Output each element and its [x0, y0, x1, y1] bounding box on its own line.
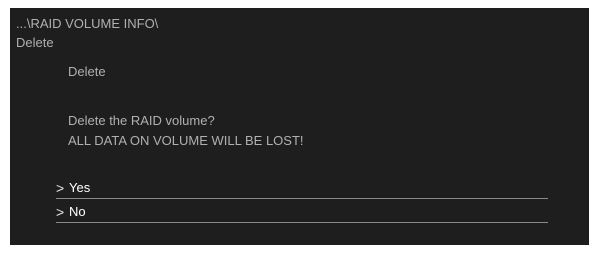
- no-option-label: No: [69, 204, 86, 219]
- section-title: Delete: [16, 35, 54, 50]
- confirm-question: Delete the RAID volume?: [68, 113, 215, 128]
- chevron-right-icon: >: [56, 180, 65, 196]
- dialog-subtitle: Delete: [68, 64, 106, 79]
- no-option[interactable]: > No: [56, 202, 548, 223]
- bios-panel: ...\RAID VOLUME INFO\ Delete Delete Dele…: [10, 8, 589, 245]
- yes-option-label: Yes: [69, 180, 91, 195]
- data-loss-warning: ALL DATA ON VOLUME WILL BE LOST!: [68, 133, 304, 148]
- chevron-right-icon: >: [56, 204, 65, 220]
- yes-option[interactable]: > Yes: [56, 178, 548, 199]
- breadcrumb: ...\RAID VOLUME INFO\: [16, 16, 159, 31]
